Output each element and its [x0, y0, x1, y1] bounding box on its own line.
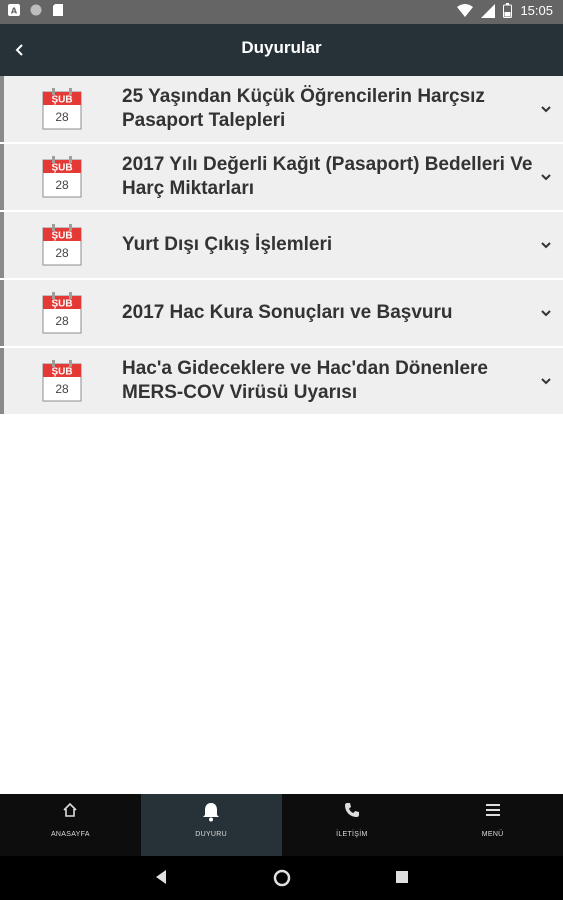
- status-bar: A 15:05: [0, 0, 563, 24]
- calendar-month: ŞUB: [51, 231, 72, 242]
- nav-home-label: ANASAYFA: [50, 831, 90, 838]
- calendar-icon: ŞUB 28: [42, 360, 82, 407]
- announcement-item[interactable]: ŞUB 28 Hac'a Gideceklere ve Hac'dan Döne…: [0, 348, 563, 414]
- announcement-item[interactable]: ŞUB 28 2017 Yılı Değerli Kağıt (Pasaport…: [0, 144, 563, 210]
- calendar-icon: ŞUB 28: [42, 88, 82, 135]
- announcement-title: Hac'a Gideceklere ve Hac'dan Dönenlere M…: [122, 358, 488, 403]
- nav-announcements-label: DUYURU: [195, 831, 227, 838]
- menu-icon: [485, 804, 500, 816]
- calendar-month: ŞUB: [51, 163, 72, 174]
- announcement-title: Yurt Dışı Çıkış İşlemleri: [122, 234, 333, 255]
- wifi-icon: [457, 3, 474, 17]
- battery-icon: [503, 3, 513, 18]
- nav-home[interactable]: ANASAYFA: [0, 794, 141, 856]
- announcement-list: ŞUB 28 25 Yaşından Küçük Öğrencilerin Ha…: [0, 76, 563, 416]
- bell-icon: [203, 803, 220, 822]
- page-title: Duyurular: [241, 38, 322, 57]
- calendar-icon: ŞUB 28: [42, 292, 82, 339]
- calendar-month: ŞUB: [51, 95, 72, 106]
- chevron-down-icon[interactable]: [539, 238, 553, 252]
- nav-contact[interactable]: İLETİŞİM: [282, 794, 423, 856]
- chevron-down-icon[interactable]: [539, 102, 553, 116]
- nav-menu-label: MENÜ: [481, 831, 504, 838]
- calendar-day: 28: [55, 314, 69, 328]
- notification-icon: A: [8, 4, 20, 16]
- calendar-day: 28: [55, 178, 69, 192]
- calendar-day: 28: [55, 246, 69, 260]
- signal-icon: [481, 3, 496, 18]
- system-recents-icon[interactable]: [395, 870, 409, 884]
- home-icon: [63, 802, 77, 817]
- announcement-title: 2017 Hac Kura Sonuçları ve Başvuru: [122, 302, 453, 323]
- nav-contact-label: İLETİŞİM: [336, 831, 368, 838]
- nav-announcements[interactable]: DUYURU: [140, 794, 282, 856]
- chevron-down-icon[interactable]: [539, 306, 553, 320]
- chevron-down-icon[interactable]: [539, 170, 553, 184]
- announcement-title: 25 Yaşından Küçük Öğrencilerin Harçsız P…: [122, 86, 485, 131]
- status-time: 15:05: [520, 3, 553, 18]
- chevron-down-icon[interactable]: [539, 374, 553, 388]
- calendar-day: 28: [55, 382, 69, 396]
- announcement-item[interactable]: ŞUB 28 Yurt Dışı Çıkış İşlemleri: [0, 212, 563, 278]
- calendar-icon: ŞUB 28: [42, 224, 82, 271]
- announcement-item[interactable]: ŞUB 28 2017 Hac Kura Sonuçları ve Başvur…: [0, 280, 563, 346]
- calendar-icon: ŞUB 28: [42, 156, 82, 203]
- app-header: Duyurular: [0, 24, 563, 76]
- nav-menu[interactable]: MENÜ: [422, 794, 563, 856]
- system-navigation-bar: [0, 856, 563, 900]
- sd-card-icon: [53, 4, 63, 16]
- bottom-navigation: ANASAYFA DUYURU İLETİŞİM MENÜ: [0, 794, 563, 856]
- phone-icon: [344, 803, 359, 817]
- announcement-item[interactable]: ŞUB 28 25 Yaşından Küçük Öğrencilerin Ha…: [0, 76, 563, 142]
- circle-icon: [30, 4, 42, 16]
- system-back-icon[interactable]: [154, 869, 168, 885]
- calendar-month: ŞUB: [51, 367, 72, 378]
- svg-text:A: A: [11, 7, 18, 16]
- calendar-month: ŞUB: [51, 299, 72, 310]
- system-home-icon[interactable]: [272, 868, 292, 888]
- calendar-day: 28: [55, 110, 69, 124]
- announcement-title: 2017 Yılı Değerli Kağıt (Pasaport) Bedel…: [122, 154, 533, 199]
